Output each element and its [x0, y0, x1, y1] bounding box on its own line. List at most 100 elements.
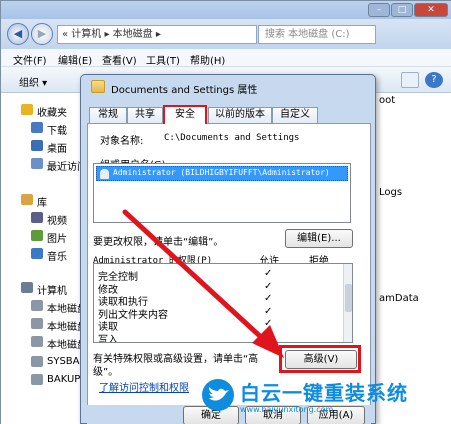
tab-previous-versions[interactable]: 以前的版本	[208, 107, 272, 123]
address-path: « 计算机 ▸ 本地磁盘 ▸	[62, 29, 161, 40]
back-button[interactable]: ◀	[7, 23, 29, 45]
computer-icon	[21, 282, 33, 293]
tab-customize[interactable]: 自定义	[272, 107, 318, 123]
allow-check-icon: ✓	[264, 268, 273, 279]
desktop-icon	[31, 140, 43, 151]
drive-icon	[31, 300, 43, 311]
pictures-icon	[31, 230, 43, 241]
watermark: 白云一键重装系统 www.baiyunxitong.com	[200, 376, 451, 424]
sidebar-item[interactable]: 本地磁盘	[1, 297, 85, 315]
permission-row: 读取 ✓	[98, 318, 272, 333]
permission-name: 写入	[98, 334, 118, 343]
advanced-hint-line2: 级”。	[93, 367, 119, 378]
recent-icon	[31, 158, 43, 169]
sidebar-item[interactable]: 桌面	[1, 137, 85, 155]
allow-check-icon: ✓	[264, 293, 273, 304]
sidebar-item[interactable]: 最近访问	[1, 155, 85, 173]
menu-help[interactable]: 帮助(H)	[190, 52, 225, 67]
address-bar: ◀ ▶ « 计算机 ▸ 本地磁盘 ▸ 搜索 本地磁盘 (C:)	[1, 19, 451, 49]
sidebar-item-label: 库	[37, 198, 47, 209]
library-icon	[21, 194, 33, 205]
sidebar-item-label: 视频	[47, 216, 67, 227]
folder-name[interactable]: oot	[379, 95, 395, 106]
menu-file[interactable]: 文件(F)	[13, 52, 47, 67]
star-icon	[21, 104, 33, 115]
permissions-scrollbar[interactable]	[343, 264, 352, 342]
tab-security[interactable]: 安全	[163, 105, 207, 124]
advanced-button-highlight	[279, 345, 361, 373]
sidebar-item-label: 收藏夹	[37, 108, 67, 119]
sidebar-item-label: 桌面	[47, 144, 67, 155]
sidebar-item-label: BAKUP	[47, 374, 81, 385]
drive-icon	[31, 336, 43, 347]
user-list[interactable]: Administrator (BILDHIGBYIFUFFT\Administr…	[93, 163, 351, 223]
sidebar-item[interactable]: 库	[1, 191, 85, 209]
tab-strip: 常规 共享 安全 以前的版本 自定义	[87, 105, 373, 124]
video-icon	[31, 212, 43, 223]
sidebar-item[interactable]: 音乐	[1, 245, 85, 263]
sidebar-item[interactable]: 收藏夹	[1, 101, 85, 119]
sidebar-item-label: 音乐	[47, 252, 67, 263]
allow-check-icon: ✓	[264, 318, 273, 329]
search-placeholder: 搜索 本地磁盘 (C:)	[265, 29, 350, 40]
watermark-url: www.baiyunxitong.com	[240, 405, 334, 414]
drive-icon	[31, 318, 43, 329]
sidebar-item[interactable]: BAKUP	[1, 371, 85, 389]
object-name-label: 对象名称:	[100, 136, 144, 147]
drive-icon	[31, 374, 43, 385]
sidebar-item[interactable]: SYSBAK	[1, 353, 85, 371]
navigation-pane: 收藏夹 下载 桌面 最近访问库视频 图片 音乐 计算机 本地磁盘 本地磁盘 本地磁盘 SYSBAK B…	[1, 93, 85, 424]
organize-button[interactable]: 组织 ▾	[19, 74, 47, 89]
tab-general[interactable]: 常规	[89, 107, 127, 123]
permission-row: 列出文件夹内容 ✓	[98, 306, 272, 321]
watermark-title: 白云一键重装系统	[240, 381, 408, 405]
forward-button[interactable]: ▶	[31, 23, 53, 45]
menu-edit[interactable]: 编辑(E)	[58, 52, 92, 67]
music-icon	[31, 248, 43, 259]
user-entry-text: Administrator (BILDHIGBYIFUFFT\Administr…	[113, 168, 330, 177]
sidebar-item[interactable]: 下载	[1, 119, 85, 137]
user-list-item[interactable]: Administrator (BILDHIGBYIFUFFT\Administr…	[96, 166, 348, 181]
sidebar-item[interactable]: 本地磁盘	[1, 333, 85, 351]
drive-icon	[31, 356, 43, 367]
sidebar-item-label: 下载	[47, 126, 67, 137]
allow-check-icon: ✓	[264, 305, 273, 317]
close-button[interactable]: ✕	[414, 3, 448, 17]
address-input[interactable]: « 计算机 ▸ 本地磁盘 ▸	[57, 25, 257, 44]
menu-view[interactable]: 查看(V)	[102, 52, 137, 67]
dialog-title: Documents and Settings 属性	[111, 85, 258, 96]
user-icon	[100, 169, 109, 179]
folder-name[interactable]: amData	[379, 293, 419, 304]
edit-button[interactable]: 编辑(E)...	[285, 229, 353, 248]
scrollbar-thumb[interactable]	[345, 284, 352, 312]
allow-check-icon: ✓	[264, 280, 273, 292]
view-options-icon[interactable]	[401, 72, 419, 88]
bird-logo-icon	[202, 379, 234, 411]
menu-tools[interactable]: 工具(T)	[146, 52, 180, 67]
menu-bar: 文件(F) 编辑(E) 查看(V) 工具(T) 帮助(H)	[1, 49, 451, 67]
tab-sharing[interactable]: 共享	[127, 107, 163, 123]
sidebar-item-label: 计算机	[37, 286, 67, 297]
sidebar-item[interactable]: 图片	[1, 227, 85, 245]
permission-row: 读取和执行 ✓	[98, 293, 272, 308]
permissions-list: 完全控制 ✓ 修改 ✓ 读取和执行 ✓ 列出文件夹内容 ✓ 读取 ✓ 写入 ✓	[93, 263, 353, 343]
sidebar-item[interactable]: 本地磁盘	[1, 315, 85, 333]
folder-icon	[91, 80, 105, 93]
folder-name[interactable]: Logs	[379, 187, 402, 198]
access-control-help-link[interactable]: 了解访问控制和权限	[99, 379, 189, 394]
search-input[interactable]: 搜索 本地磁盘 (C:)	[258, 25, 376, 44]
minimize-button[interactable]: –	[368, 3, 390, 17]
maximize-button[interactable]: □	[391, 3, 413, 17]
change-permission-text: 要更改权限，请单击“编辑”。	[93, 237, 224, 248]
explorer-titlebar: – □ ✕	[1, 1, 451, 19]
sidebar-item[interactable]: 视频	[1, 209, 85, 227]
allow-check-icon: ✓	[264, 330, 273, 342]
sidebar-item-label: 图片	[47, 234, 67, 245]
permission-row: 完全控制 ✓	[98, 268, 272, 283]
sidebar-item[interactable]: 计算机	[1, 279, 85, 297]
permission-row: 写入 ✓	[98, 331, 272, 343]
download-folder-icon	[31, 122, 43, 133]
object-name-value: C:\Documents and Settings	[164, 133, 300, 143]
help-icon[interactable]: ?	[425, 72, 443, 88]
permission-row: 修改 ✓	[98, 281, 272, 296]
